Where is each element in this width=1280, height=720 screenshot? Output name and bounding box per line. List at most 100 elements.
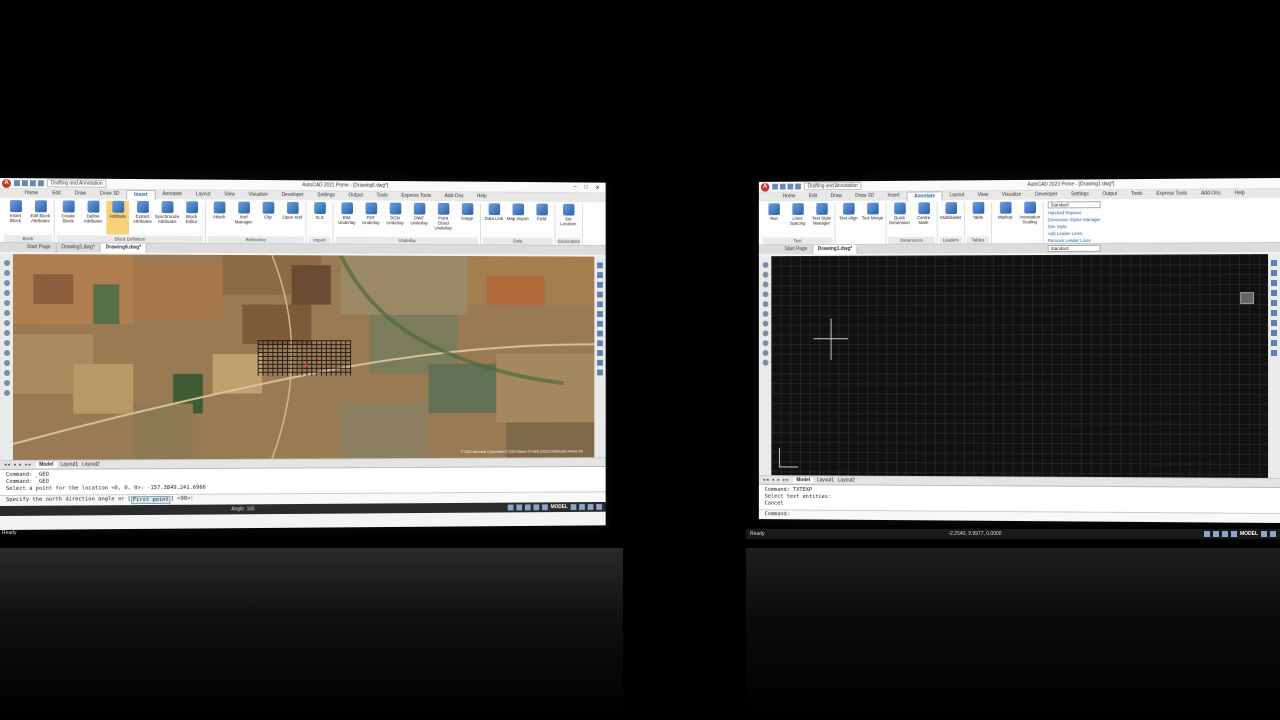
- annotation-scale-icon[interactable]: [570, 504, 577, 511]
- ortho-toggle-icon[interactable]: [524, 504, 531, 511]
- settings-gear-icon[interactable]: [587, 504, 594, 510]
- text-tool-icon[interactable]: [762, 340, 768, 347]
- move-tool-icon[interactable]: [597, 262, 603, 269]
- centre-mark-button[interactable]: Centre Mark: [913, 202, 935, 236]
- layout-tab-model[interactable]: Model: [36, 461, 57, 468]
- trim-tool-icon[interactable]: [1271, 310, 1278, 317]
- layout-nav-arrows-icon[interactable]: ◂◂ ◂ ▸ ▸▸: [4, 462, 32, 468]
- dwf-underlay-button[interactable]: DWF Underlay: [408, 202, 430, 237]
- scale-tool-icon[interactable]: [597, 291, 603, 298]
- lines-spacing-button[interactable]: Lines Spacing: [787, 203, 809, 236]
- annotation-scaling-button[interactable]: Annotation Scaling: [1018, 201, 1040, 243]
- polar-toggle-icon[interactable]: [533, 504, 540, 511]
- grid-toggle-icon[interactable]: [507, 504, 514, 511]
- tab-visualize[interactable]: Visualize: [242, 191, 275, 200]
- spline-tool-icon[interactable]: [3, 320, 10, 327]
- tab-add-ons[interactable]: Add-Ons: [1194, 189, 1227, 198]
- tab-draw-3d[interactable]: Draw 3D: [849, 192, 881, 201]
- layout-tab-layout2[interactable]: Layout2: [82, 462, 100, 468]
- doc-tab-drawing1-dwg[interactable]: Drawing1.dwg*: [813, 244, 858, 255]
- tab-express-tools[interactable]: Express Tools: [395, 192, 438, 201]
- extract-attributes-button[interactable]: Extract Attributes: [131, 200, 154, 235]
- mirror-tool-icon[interactable]: [597, 301, 603, 308]
- tab-help[interactable]: Help: [1228, 189, 1252, 198]
- osnap-toggle-icon[interactable]: [542, 504, 548, 511]
- tab-add-ons[interactable]: Add-Ons: [438, 192, 470, 201]
- text-tool-icon[interactable]: [3, 340, 10, 347]
- snap-toggle-icon[interactable]: [1212, 531, 1219, 537]
- tab-annotate[interactable]: Annotate: [155, 190, 188, 199]
- create-block-button[interactable]: Create Block: [57, 200, 80, 234]
- navigation-cube-icon[interactable]: [1240, 292, 1255, 305]
- tab-annotate[interactable]: Annotate: [906, 190, 943, 201]
- polar-toggle-icon[interactable]: [1230, 531, 1237, 537]
- minimize-icon[interactable]: –: [573, 184, 576, 191]
- tab-draw[interactable]: Draw: [68, 189, 93, 198]
- point-tool-icon[interactable]: [3, 350, 10, 356]
- tab-settings[interactable]: Settings: [311, 191, 342, 200]
- line-tool-icon[interactable]: [3, 260, 10, 267]
- set-location-button[interactable]: Set Location: [557, 203, 579, 237]
- open-xref-button[interactable]: Open Xref: [281, 201, 303, 236]
- xls-button[interactable]: XLS: [308, 202, 330, 236]
- tab-layout[interactable]: Layout: [189, 190, 217, 199]
- snap-toggle-icon[interactable]: [516, 504, 523, 511]
- new-icon[interactable]: [772, 183, 778, 190]
- map-import-button[interactable]: Map Import: [507, 203, 529, 236]
- remove-leader-lines-link[interactable]: Remove Leader Lines: [1048, 238, 1101, 243]
- new-icon[interactable]: [13, 180, 20, 187]
- layout-tab-layout1[interactable]: Layout1: [60, 462, 78, 468]
- arc-tool-icon[interactable]: [3, 290, 10, 297]
- polyline-tool-icon[interactable]: [3, 270, 10, 277]
- fullscreen-icon[interactable]: [1270, 531, 1276, 537]
- line-tool-icon[interactable]: [762, 262, 768, 268]
- arc-tool-icon[interactable]: [762, 291, 768, 298]
- circle-tool-icon[interactable]: [3, 280, 10, 287]
- tab-draw[interactable]: Draw: [824, 192, 849, 201]
- wipeout-tool-icon[interactable]: [3, 389, 10, 396]
- tab-tools[interactable]: Tools: [1124, 190, 1149, 199]
- tab-edit[interactable]: Edit: [802, 192, 824, 201]
- tab-home[interactable]: Home: [776, 192, 802, 201]
- dimension-styles-manager-link[interactable]: Dimension Styles Manager: [1048, 217, 1101, 222]
- first-point-option[interactable]: First point: [130, 495, 171, 505]
- region-tool-icon[interactable]: [3, 379, 10, 386]
- dgn-underlay-button[interactable]: DGN Underlay: [384, 202, 406, 237]
- tab-layout[interactable]: Layout: [943, 191, 971, 200]
- array-tool-icon[interactable]: [597, 369, 603, 376]
- tab-home[interactable]: Home: [18, 189, 45, 198]
- tab-view[interactable]: View: [971, 191, 995, 200]
- fillet-tool-icon[interactable]: [1271, 340, 1278, 347]
- tab-view[interactable]: View: [217, 191, 241, 200]
- dim-style-dropdown[interactable]: Standard: [1047, 244, 1101, 253]
- tab-visualize[interactable]: Visualize: [995, 191, 1028, 200]
- tab-output[interactable]: Output: [342, 191, 370, 200]
- model-space-button[interactable]: MODEL: [1240, 531, 1258, 537]
- polygon-tool-icon[interactable]: [3, 310, 10, 317]
- block-tool-icon[interactable]: [762, 359, 768, 366]
- erase-tool-icon[interactable]: [1271, 350, 1278, 356]
- table-tool-icon[interactable]: [3, 369, 10, 376]
- ortho-toggle-icon[interactable]: [1221, 531, 1228, 537]
- doc-tab-drawing6-dwg[interactable]: Drawing6.dwg*: [100, 243, 147, 253]
- scale-tool-icon[interactable]: [1271, 290, 1278, 297]
- doc-tab-drawing1-dwg[interactable]: Drawing1.dwg*: [56, 243, 101, 253]
- save-icon[interactable]: [29, 180, 36, 187]
- insert-block-button[interactable]: Insert Block: [4, 200, 27, 234]
- workspace-selector[interactable]: Drafting and Annotation: [803, 182, 862, 191]
- polygon-tool-icon[interactable]: [762, 310, 768, 317]
- bim-underlay-button[interactable]: BIM Underlay: [336, 202, 358, 236]
- text-align-button[interactable]: Text Align: [837, 202, 859, 243]
- tab-edit[interactable]: Edit: [45, 189, 67, 198]
- app-logo-icon[interactable]: A: [1, 178, 11, 188]
- extend-tool-icon[interactable]: [597, 320, 603, 327]
- copy-tool-icon[interactable]: [1271, 270, 1278, 277]
- explode-tool-icon[interactable]: [597, 359, 603, 366]
- satellite-map-viewport[interactable]: © 2022 Microsoft Corporation © 2022 Maxa…: [12, 254, 595, 460]
- clip-button[interactable]: Clip: [257, 201, 279, 236]
- offset-tool-icon[interactable]: [597, 330, 603, 337]
- field-button[interactable]: Field: [531, 203, 553, 237]
- image-button[interactable]: Image: [456, 203, 478, 236]
- undo-icon[interactable]: [795, 183, 801, 190]
- hatch-tool-icon[interactable]: [3, 330, 10, 337]
